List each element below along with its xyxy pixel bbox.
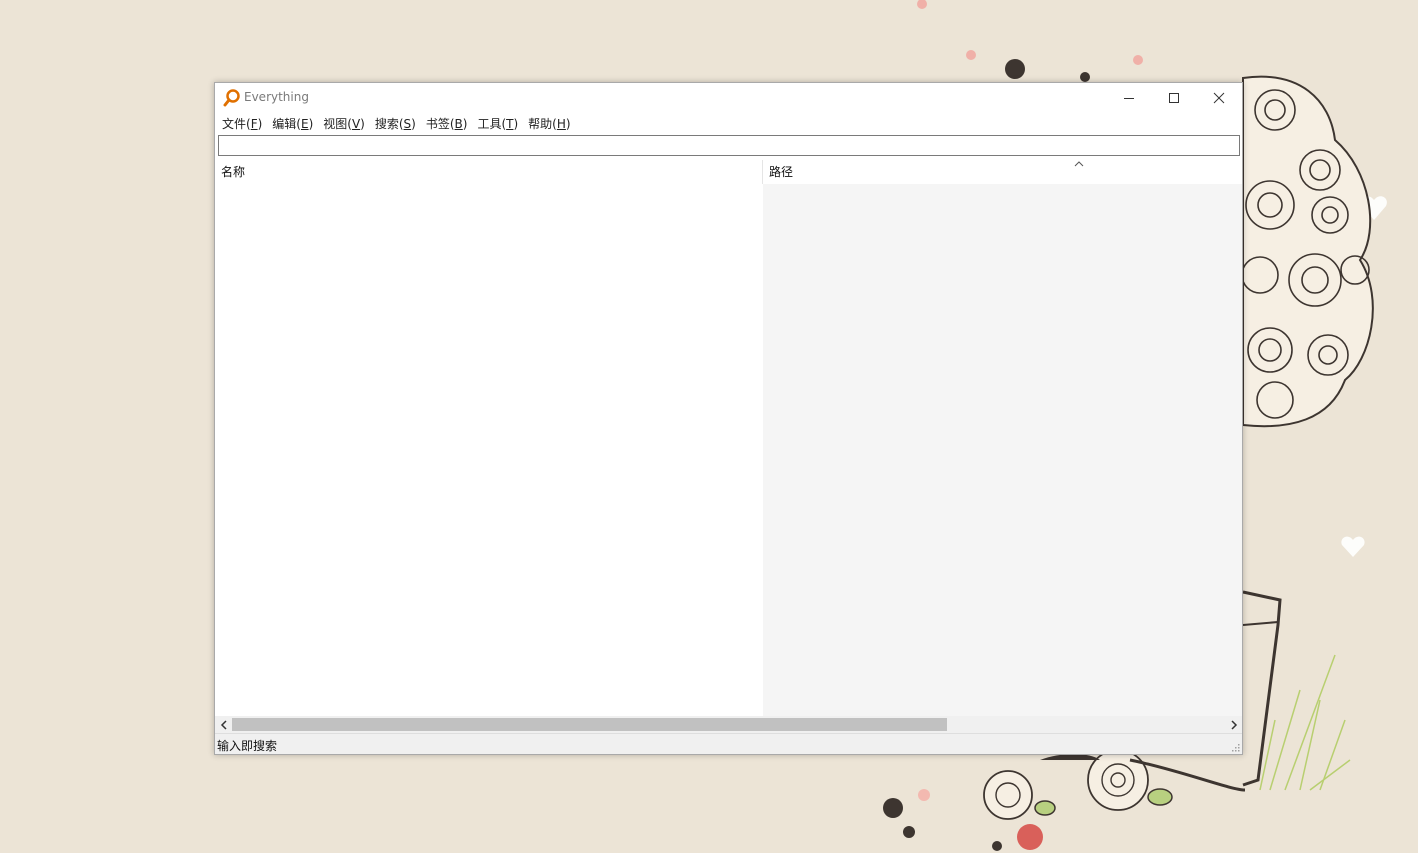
menu-search[interactable]: 搜索(S) [372, 115, 423, 132]
column-header-path[interactable]: 路径 [763, 160, 1242, 184]
column-header-name-label: 名称 [221, 165, 246, 179]
chevron-up-icon [1074, 161, 1084, 167]
resize-grip-icon[interactable] [1230, 742, 1240, 752]
status-text: 输入即搜索 [217, 739, 278, 753]
menu-edit[interactable]: 编辑(E) [269, 115, 320, 132]
everything-window: Everything 文件(F) 编辑(E) 视图(V) 搜索(S) 书签(B)… [214, 82, 1243, 755]
menu-help[interactable]: 帮助(H) [525, 115, 577, 132]
window-title: Everything [244, 90, 309, 104]
title-bar[interactable]: Everything [215, 83, 1242, 113]
status-bar: 输入即搜索 [215, 733, 1242, 754]
desktop: Everything 文件(F) 编辑(E) 视图(V) 搜索(S) 书签(B)… [0, 0, 1418, 853]
minimize-icon [1123, 98, 1134, 99]
chevron-right-icon [1230, 719, 1237, 730]
chevron-left-icon [220, 719, 227, 730]
scrollbar-thumb[interactable] [232, 718, 947, 731]
minimize-button[interactable] [1106, 83, 1151, 113]
scroll-left-button[interactable] [215, 716, 232, 733]
scroll-right-button[interactable] [1225, 716, 1242, 733]
path-column-area [763, 184, 1242, 716]
column-header-name[interactable]: 名称 [215, 160, 763, 184]
menu-tools[interactable]: 工具(T) [474, 115, 525, 132]
search-input[interactable] [218, 135, 1240, 156]
results-list[interactable] [215, 184, 1242, 716]
menu-file[interactable]: 文件(F) [219, 115, 269, 132]
column-header-path-label: 路径 [769, 165, 794, 179]
maximize-button[interactable] [1151, 83, 1196, 113]
menu-bookmarks[interactable]: 书签(B) [423, 115, 475, 132]
close-button[interactable] [1196, 83, 1241, 113]
magnifier-icon [223, 89, 240, 107]
horizontal-scrollbar[interactable] [215, 716, 1242, 733]
close-icon [1213, 92, 1224, 104]
list-header: 名称 路径 [215, 160, 1242, 184]
maximize-icon [1168, 93, 1179, 103]
menu-bar: 文件(F) 编辑(E) 视图(V) 搜索(S) 书签(B) 工具(T) 帮助(H… [215, 113, 1242, 133]
menu-view[interactable]: 视图(V) [320, 115, 372, 132]
name-column-area [215, 184, 763, 716]
